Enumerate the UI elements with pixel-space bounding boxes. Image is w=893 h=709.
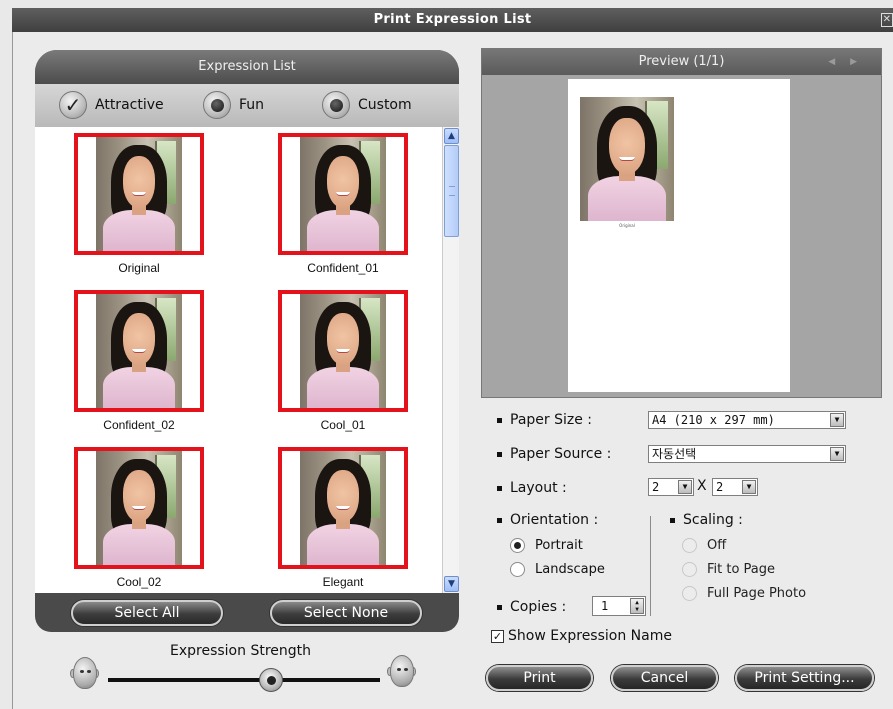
thumbnail-frame[interactable] [278,133,408,255]
orientation-label: Orientation : [510,512,599,528]
orientation-portrait[interactable]: Portrait [510,538,583,553]
paper-source-select[interactable]: 자동선택 ▼ [648,445,846,463]
expression-list-title: Expression List [35,50,459,84]
chevron-down-icon[interactable]: ▼ [830,447,844,461]
print-button[interactable]: Print [486,665,593,691]
scaling-off[interactable]: Off [682,538,726,553]
slider-knob[interactable] [259,668,284,692]
scroll-thumb[interactable] [444,145,459,237]
thumbnail-label: Confident_02 [103,418,175,432]
thumbnail-frame[interactable] [74,290,204,412]
portrait-photo [300,137,386,251]
thumbnail-frame[interactable] [74,133,204,255]
thumbnail-item[interactable]: Elegant [278,447,408,589]
expressive-face-icon [387,655,417,693]
portrait-photo [96,294,182,408]
thumbnail-item[interactable]: Cool_01 [278,290,408,432]
layout-times: X [697,478,707,494]
preview-title: Preview (1/1) ◀ ▶ [482,49,881,75]
scaling-full-page-photo[interactable]: Full Page Photo [682,586,806,601]
filter-attractive[interactable]: ✓ Attractive [59,90,164,120]
paper-size-row: Paper Size : [497,412,592,428]
thumbnail-frame[interactable] [278,447,408,569]
portrait-photo [300,294,386,408]
stepper-arrows-icon[interactable]: ▲ ▼ [630,598,644,614]
preview-photo [580,97,674,221]
radio-icon[interactable] [682,538,697,553]
copies-label: Copies : [510,599,567,615]
filter-bar: ✓ Attractive Fun Custom [35,84,459,127]
chevron-down-icon[interactable]: ▼ [742,480,756,494]
thumbnail-label: Confident_01 [307,261,379,275]
orientation-landscape[interactable]: Landscape [510,562,605,577]
expression-strength-label: Expression Strength [170,643,312,659]
radio-icon[interactable] [682,562,697,577]
layout-rows-select[interactable]: 2 ▼ [712,478,758,496]
selection-bar: Select All Select None [35,595,459,632]
paper-size-label: Paper Size : [510,412,593,428]
thumbnail-label: Cool_01 [320,418,366,432]
filter-label: Custom [358,97,412,113]
thumbnail-label: Elegant [322,575,364,589]
page-nav-icon[interactable]: ◀ ▶ [828,49,863,75]
paper-size-select[interactable]: A4 (210 x 297 mm) ▼ [648,411,846,429]
portrait-photo [96,137,182,251]
check-icon[interactable]: ✓ [59,91,87,119]
neutral-face-icon [70,657,100,695]
radio-icon[interactable] [510,562,525,577]
copies-stepper[interactable]: 1 ▲ ▼ [592,596,646,616]
copies-row: Copies : [497,599,566,615]
window-title: Print Expression List [373,12,532,27]
thumbnail-label: Original [118,261,160,275]
scaling-fit-to-page[interactable]: Fit to Page [682,562,775,577]
cancel-button[interactable]: Cancel [611,665,718,691]
layout-columns-select[interactable]: 2 ▼ [648,478,694,496]
radio-icon[interactable] [203,91,231,119]
thumbnail-item[interactable]: Original [74,133,204,275]
vertical-scrollbar[interactable]: ▲ ▼ [442,127,459,593]
close-icon[interactable]: ✕ [881,13,893,27]
thumbnail-frame[interactable] [278,290,408,412]
thumbnail-item[interactable]: Confident_02 [74,290,204,432]
scaling-label: Scaling : [683,512,743,528]
paper-source-label: Paper Source : [510,446,612,462]
chevron-down-icon[interactable]: ▼ [830,413,844,427]
expression-panel: Expression List ✓ Attractive Fun Custom … [35,50,459,632]
preview-page: Original [568,79,790,392]
layout-label: Layout : [510,480,567,496]
filter-label: Fun [239,97,265,113]
radio-icon[interactable] [322,91,350,119]
thumbnail-frame[interactable] [74,447,204,569]
expression-strength-slider[interactable] [108,678,380,682]
radio-icon[interactable] [682,586,697,601]
divider [650,516,651,616]
scroll-up-icon[interactable]: ▲ [444,128,459,144]
preview-panel: Preview (1/1) ◀ ▶ Original [481,48,882,398]
layout-row: Layout : [497,480,567,496]
preview-photo-label: Original [619,223,635,228]
select-all-button[interactable]: Select All [71,600,223,626]
print-setting-button[interactable]: Print Setting... [735,665,874,691]
chevron-down-icon[interactable]: ▼ [678,480,692,494]
scroll-down-icon[interactable]: ▼ [444,576,459,592]
title-bar: Print Expression List ✕ [12,8,893,32]
portrait-photo [96,451,182,565]
check-icon[interactable]: ✓ [491,629,504,643]
scaling-row: Scaling : [670,512,743,528]
thumbnail-item[interactable]: Cool_02 [74,447,204,589]
thumbnail-label: Cool_02 [116,575,162,589]
thumbnail-list[interactable]: Original Confident_01 Confident_02 Cool_… [35,127,442,593]
filter-fun[interactable]: Fun [203,90,264,120]
orientation-row: Orientation : [497,512,598,528]
select-none-button[interactable]: Select None [270,600,422,626]
show-name-row[interactable]: ✓ Show Expression Name [491,628,672,644]
thumbnail-item[interactable]: Confident_01 [278,133,408,275]
paper-source-row: Paper Source : [497,446,611,462]
radio-icon[interactable] [510,538,525,553]
portrait-photo [300,451,386,565]
filter-label: Attractive [95,97,164,113]
filter-custom[interactable]: Custom [322,90,412,120]
